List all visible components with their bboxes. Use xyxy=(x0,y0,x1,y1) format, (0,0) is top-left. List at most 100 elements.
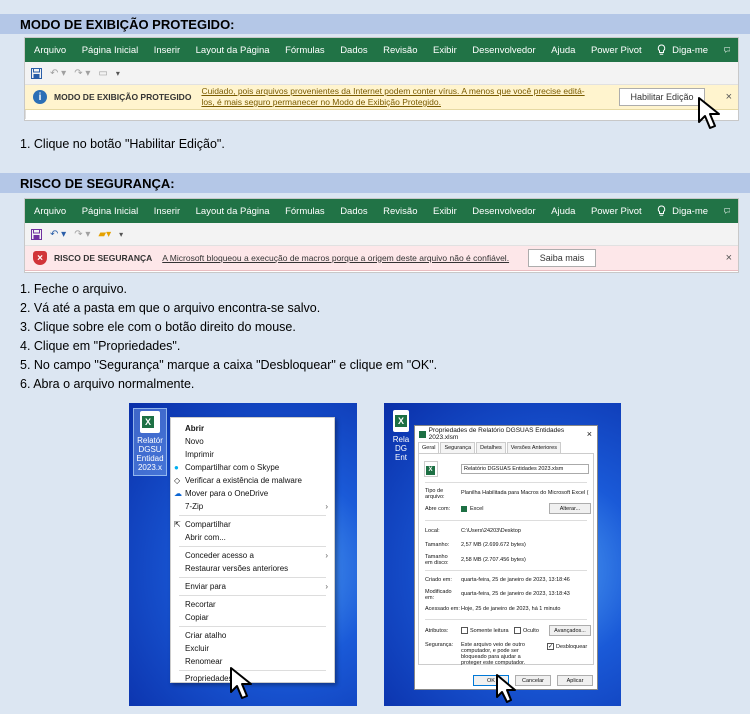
tab-pagina-inicial[interactable]: Página Inicial xyxy=(82,206,139,217)
enable-editing-button[interactable]: Habilitar Edição xyxy=(619,88,705,106)
excel-window-security: Arquivo Página Inicial Inserir Layout da… xyxy=(24,198,739,273)
save-icon[interactable] xyxy=(31,67,42,79)
menu-item-label: Compartilhar xyxy=(185,520,231,529)
tab-formulas[interactable]: Fórmulas xyxy=(285,45,325,56)
info-shield-icon: i xyxy=(33,90,47,104)
tab-dados[interactable]: Dados xyxy=(340,206,367,217)
redo-icon[interactable]: ↷ ▾ xyxy=(74,68,90,79)
close-icon[interactable]: × xyxy=(726,252,732,264)
menu-item-recortar[interactable]: Recortar xyxy=(171,598,334,611)
tab-geral[interactable]: Geral xyxy=(418,442,440,453)
tab-pagina-inicial[interactable]: Página Inicial xyxy=(82,45,139,56)
tab-desenvolvedor[interactable]: Desenvolvedor xyxy=(472,206,535,217)
dialog-tabs: Geral Segurança Detalhes Versões Anterio… xyxy=(418,442,562,453)
folder-icon[interactable]: ▰▾ xyxy=(98,229,111,240)
menu-item-novo[interactable]: Novo xyxy=(171,435,334,448)
menu-item-7zip[interactable]: 7-Zip › xyxy=(171,500,334,513)
close-icon[interactable]: × xyxy=(587,429,592,439)
apply-button[interactable]: Aplicar xyxy=(557,675,593,686)
tab-revisao[interactable]: Revisão xyxy=(383,206,417,217)
properties-dialog: Propriedades de Relatório DGSUAS Entidad… xyxy=(414,425,598,690)
tab-exibir[interactable]: Exibir xyxy=(433,206,457,217)
menu-item-imprimir[interactable]: Imprimir xyxy=(171,448,334,461)
folder-icon[interactable]: ▭ xyxy=(98,68,107,79)
tab-dados[interactable]: Dados xyxy=(340,45,367,56)
change-button[interactable]: Alterar... xyxy=(549,503,591,514)
save-icon[interactable] xyxy=(31,228,42,240)
menu-item-abrir-com[interactable]: Abrir com... xyxy=(171,531,334,544)
type-value: Planilha Habilitada para Macros do Micro… xyxy=(461,490,589,496)
menu-item-restaurar[interactable]: Restaurar versões anteriores xyxy=(171,562,334,575)
menu-item-compartilhar[interactable]: ⇱ Compartilhar xyxy=(171,518,334,531)
tab-detalhes[interactable]: Detalhes xyxy=(476,442,506,453)
unblock-checkbox[interactable]: ✓ xyxy=(547,643,554,650)
mouse-cursor-icon xyxy=(496,674,516,703)
tab-layout[interactable]: Layout da Página xyxy=(196,206,270,217)
undo-icon[interactable]: ↶ ▾ xyxy=(50,229,66,240)
comment-icon[interactable] xyxy=(723,44,730,56)
message-text-line2[interactable]: los, é mais seguro permanecer no Modo de… xyxy=(201,97,584,108)
tab-arquivo[interactable]: Arquivo xyxy=(34,45,66,56)
menu-item-label: Conceder acesso a xyxy=(185,551,254,560)
menu-item-skype[interactable]: ● Compartilhar com o Skype xyxy=(171,461,334,474)
chevron-right-icon: › xyxy=(325,582,328,591)
desktop-excel-file[interactable]: X Rela DG Ent xyxy=(390,410,412,462)
redo-icon[interactable]: ↷ ▾ xyxy=(74,229,90,240)
advanced-button[interactable]: Avançados... xyxy=(549,625,591,636)
tab-power-pivot[interactable]: Power Pivot xyxy=(591,206,642,217)
menu-item-label: 7-Zip xyxy=(185,502,204,511)
tab-inserir[interactable]: Inserir xyxy=(154,206,180,217)
message-text[interactable]: A Microsoft bloqueou a execução de macro… xyxy=(162,253,509,264)
message-text-line1[interactable]: Cuidado, pois arquivos provenientes da I… xyxy=(201,86,584,97)
tab-formulas[interactable]: Fórmulas xyxy=(285,206,325,217)
menu-separator xyxy=(179,515,326,516)
tab-inserir[interactable]: Inserir xyxy=(154,45,180,56)
desktop-excel-file[interactable]: X Relatór DGSU Entidad 2023.x xyxy=(133,408,167,476)
tab-power-pivot[interactable]: Power Pivot xyxy=(591,45,642,56)
file-label-line: Entidad xyxy=(136,454,164,463)
customize-qat-icon[interactable]: ▾ xyxy=(116,69,120,78)
learn-more-button[interactable]: Saiba mais xyxy=(528,249,596,267)
comment-icon[interactable] xyxy=(723,205,730,217)
menu-item-abrir[interactable]: Abrir xyxy=(171,422,334,435)
mouse-cursor-icon xyxy=(698,97,720,129)
excel-file-icon: X xyxy=(140,411,160,433)
divider xyxy=(425,570,587,571)
file-label-line: Rela xyxy=(392,435,410,444)
message-title: RISCO DE SEGURANÇA xyxy=(54,253,153,263)
desktop-screenshot-context-menu: X Relatór DGSU Entidad 2023.x Abrir Novo… xyxy=(129,403,357,706)
readonly-checkbox[interactable] xyxy=(461,627,468,634)
diga-me-label: Diga-me xyxy=(672,205,709,217)
menu-item-enviar-para[interactable]: Enviar para › xyxy=(171,580,334,593)
tab-layout[interactable]: Layout da Página xyxy=(196,45,270,56)
undo-icon[interactable]: ↶ ▾ xyxy=(50,68,66,79)
opens-label: Abre com: xyxy=(425,506,451,512)
menu-item-criar-atalho[interactable]: Criar atalho xyxy=(171,629,334,642)
tab-ajuda[interactable]: Ajuda xyxy=(551,206,575,217)
mouse-cursor-icon xyxy=(230,667,252,699)
tab-revisao[interactable]: Revisão xyxy=(383,45,417,56)
excel-small-icon xyxy=(419,430,426,438)
menu-item-excluir[interactable]: Excluir xyxy=(171,642,334,655)
excel-file-icon: X xyxy=(393,410,409,432)
tab-exibir[interactable]: Exibir xyxy=(433,45,457,56)
customize-qat-icon[interactable]: ▾ xyxy=(119,230,123,239)
tab-arquivo[interactable]: Arquivo xyxy=(34,206,66,217)
close-icon[interactable]: × xyxy=(726,91,732,103)
section-header-security-risk: RISCO DE SEGURANÇA: xyxy=(0,173,750,193)
menu-item-conceder-acesso[interactable]: Conceder acesso a › xyxy=(171,549,334,562)
menu-item-malware[interactable]: ◇ Verificar a existência de malware xyxy=(171,474,334,487)
menu-item-copiar[interactable]: Copiar xyxy=(171,611,334,624)
tab-diga-me[interactable]: Diga-me xyxy=(657,205,708,217)
tab-seguranca[interactable]: Segurança xyxy=(440,442,476,453)
tab-diga-me[interactable]: Diga-me xyxy=(657,44,708,56)
hidden-checkbox[interactable] xyxy=(514,627,521,634)
step-4: 4. Clique em "Propriedades". xyxy=(20,339,181,353)
instruction-steps: 1. Feche o arquivo. 2. Vá até a pasta em… xyxy=(20,280,437,394)
menu-item-onedrive[interactable]: ☁ Mover para o OneDrive xyxy=(171,487,334,500)
context-menu: Abrir Novo Imprimir ● Compartilhar com o … xyxy=(170,417,335,683)
tab-desenvolvedor[interactable]: Desenvolvedor xyxy=(472,45,535,56)
tab-ajuda[interactable]: Ajuda xyxy=(551,45,575,56)
tab-versoes-anteriores[interactable]: Versões Anteriores xyxy=(506,442,561,453)
filename-field[interactable]: Relatório DGSUAS Entidades 2023.xlsm xyxy=(461,464,589,474)
